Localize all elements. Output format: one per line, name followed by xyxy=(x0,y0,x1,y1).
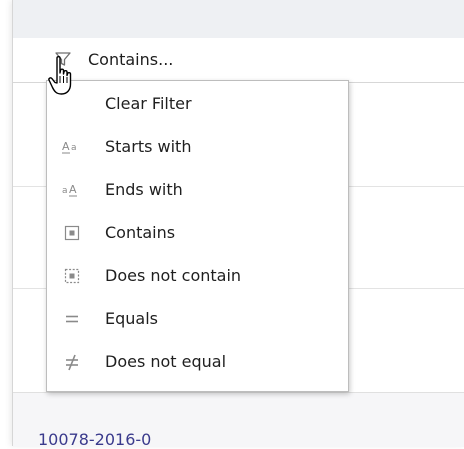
menu-item-contains[interactable]: Contains xyxy=(47,214,348,254)
menu-item-label: Does not contain xyxy=(105,266,242,285)
ends-with-icon: a A xyxy=(61,179,83,201)
filter-value[interactable]: Contains... xyxy=(88,50,173,69)
filter-icon[interactable] xyxy=(54,50,72,68)
table-cell: 10078-2016-0 xyxy=(38,430,152,449)
filter-row[interactable] xyxy=(13,38,464,83)
menu-item-ends-with[interactable]: a A Ends with xyxy=(47,171,348,211)
menu-item-label: Equals xyxy=(105,309,158,328)
menu-item-starts-with[interactable]: A a Starts with xyxy=(47,128,348,168)
menu-item-label: Clear Filter xyxy=(105,94,192,113)
menu-item-does-not-contain[interactable]: Does not contain xyxy=(47,257,348,297)
menu-item-does-not-equal[interactable]: Does not equal xyxy=(47,343,348,383)
svg-text:A: A xyxy=(69,183,77,196)
grid-header-band xyxy=(13,0,464,39)
equals-icon xyxy=(61,308,83,330)
does-not-contain-icon xyxy=(61,265,83,287)
filter-dropdown-menu: Clear Filter A a Starts with a A Ends wi… xyxy=(46,80,349,392)
menu-item-label: Does not equal xyxy=(105,352,227,371)
menu-item-label: Ends with xyxy=(105,180,183,199)
svg-text:A: A xyxy=(62,140,70,153)
menu-item-equals[interactable]: Equals xyxy=(47,300,348,340)
not-equal-icon xyxy=(61,351,83,373)
svg-text:a: a xyxy=(62,186,68,196)
starts-with-icon: A a xyxy=(61,136,83,158)
menu-item-label: Contains xyxy=(105,223,176,242)
contains-icon xyxy=(61,222,83,244)
menu-item-label: Starts with xyxy=(105,137,192,156)
svg-text:a: a xyxy=(71,143,77,153)
menu-item-clear-filter[interactable]: Clear Filter xyxy=(47,85,348,125)
